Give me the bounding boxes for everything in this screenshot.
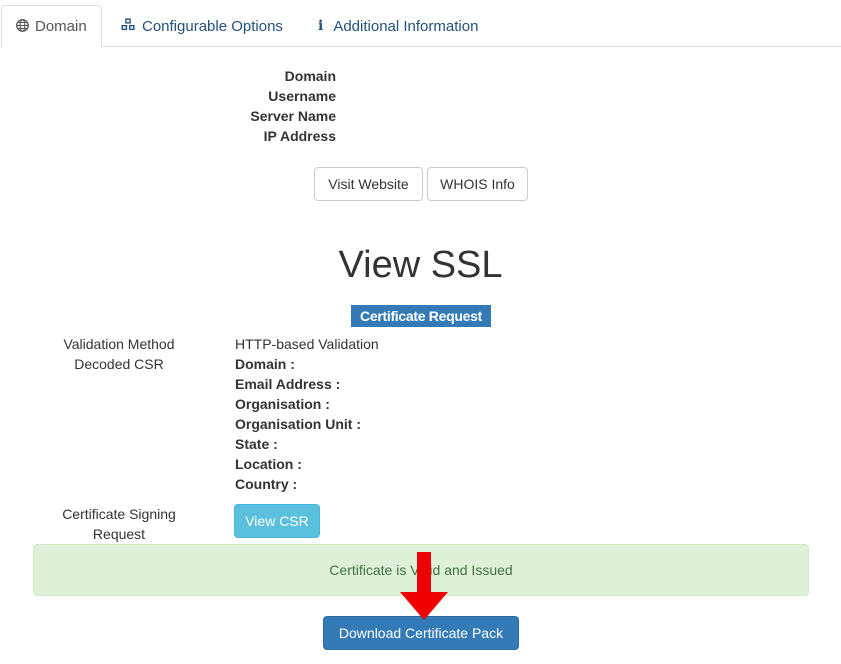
csr-signing-label: Certificate Signing Request	[62, 506, 176, 542]
csr-field-domain: Domain :	[235, 356, 295, 372]
username-label: Username	[268, 88, 336, 104]
tab-domain-label: Domain	[35, 18, 87, 35]
tab-bar: Domain Configurable Options i Additional…	[0, 0, 841, 48]
csr-field-country: Country :	[235, 476, 298, 492]
tab-additional-information-label: Additional Information	[333, 17, 479, 35]
csr-field-state: State :	[235, 436, 278, 452]
certificate-request-badge: Certificate Request	[351, 305, 491, 327]
server-name-label: Server Name	[250, 108, 336, 124]
validation-method-label: Validation Method	[63, 336, 175, 352]
tab-additional-information[interactable]: i Additional Information	[318, 5, 478, 47]
cubes-icon	[121, 18, 136, 34]
info-icon: i	[318, 18, 324, 34]
tab-configurable-options[interactable]: Configurable Options	[121, 5, 283, 47]
tab-domain[interactable]: Domain	[1, 5, 102, 48]
csr-field-organisation: Organisation :	[235, 396, 330, 412]
tab-configurable-options-label: Configurable Options	[142, 17, 283, 35]
page-title: View SSL	[338, 244, 503, 286]
ip-address-label: IP Address	[263, 128, 336, 144]
visit-website-button[interactable]: Visit Website	[314, 167, 423, 201]
red-arrow-icon	[400, 552, 448, 620]
domain-label: Domain	[284, 68, 336, 84]
decoded-csr-label: Decoded CSR	[74, 356, 164, 372]
view-csr-button[interactable]: View CSR	[234, 504, 320, 538]
csr-field-email: Email Address :	[235, 376, 341, 392]
csr-field-organisation-unit: Organisation Unit :	[235, 416, 361, 432]
globe-icon	[16, 18, 29, 35]
validation-method-value: HTTP-based Validation	[235, 336, 379, 352]
csr-field-location: Location :	[235, 456, 302, 472]
whois-info-button[interactable]: WHOIS Info	[427, 167, 528, 201]
